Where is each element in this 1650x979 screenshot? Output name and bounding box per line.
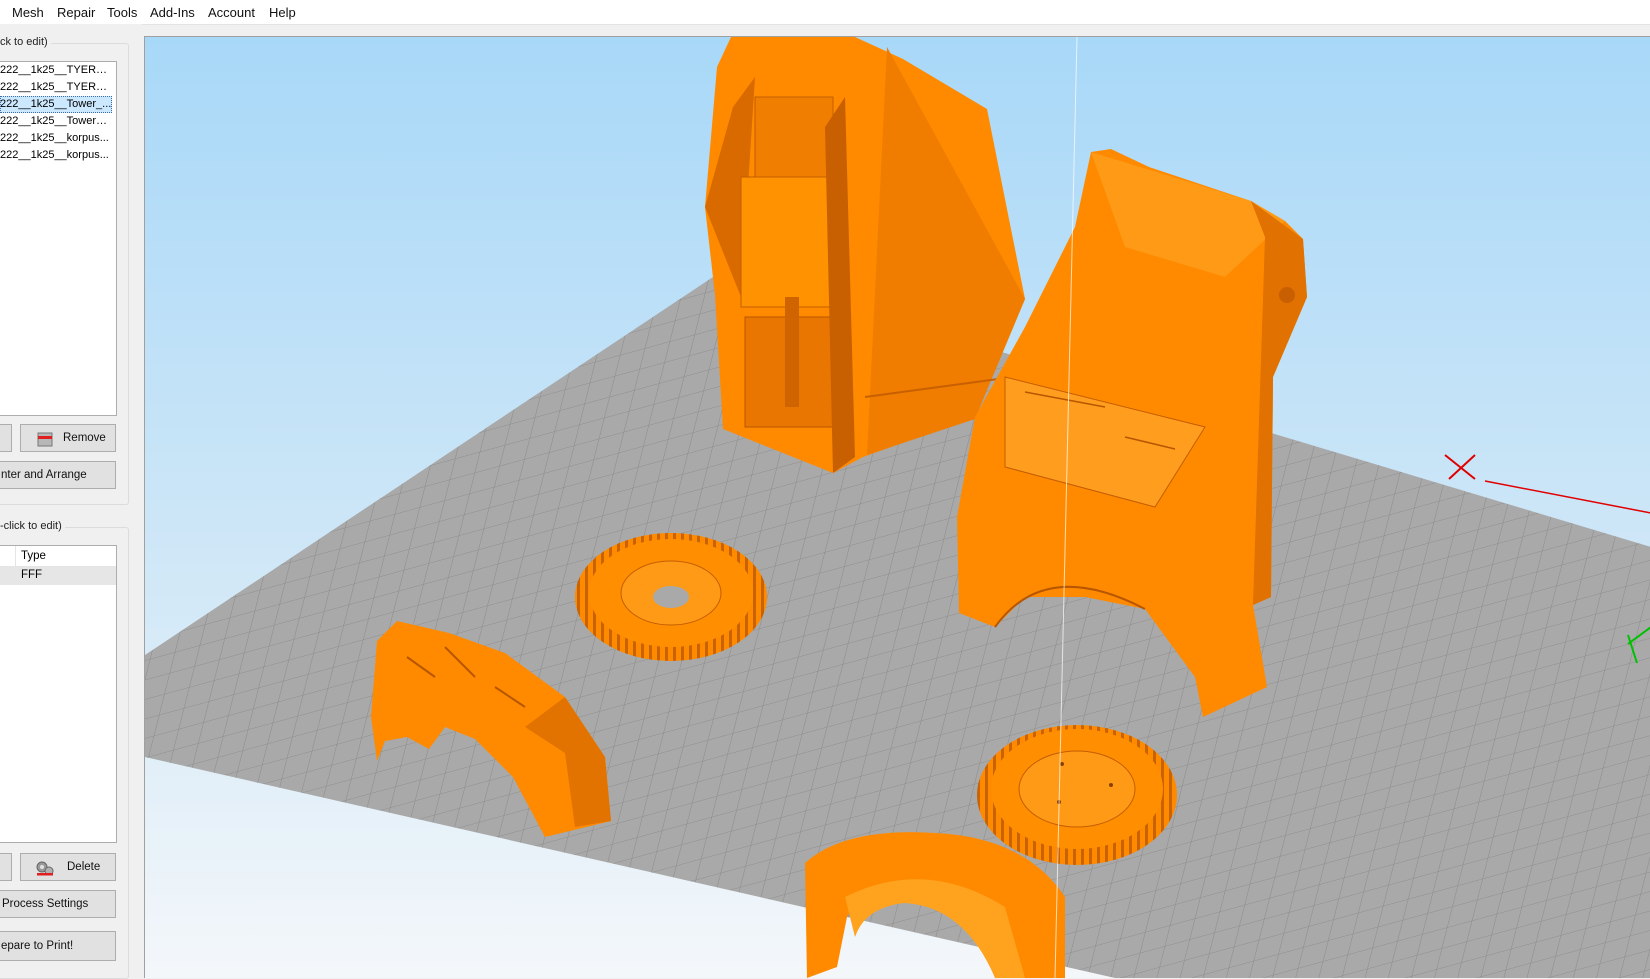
scene-canvas[interactable]: [145, 37, 1650, 978]
models-group-title: ck to edit): [0, 36, 51, 48]
menu-help[interactable]: Help: [269, 5, 296, 20]
menu-mesh[interactable]: Mesh: [12, 5, 44, 20]
model-wheel-1[interactable]: [575, 533, 767, 661]
prepare-to-print-label: epare to Print!: [1, 940, 74, 952]
menu-tools[interactable]: Tools: [107, 5, 137, 20]
menu-repair[interactable]: Repair: [57, 5, 95, 20]
add-model-button[interactable]: [0, 424, 12, 452]
list-item[interactable]: 222__1k25__korpus...: [0, 130, 112, 147]
table-header: Type: [0, 546, 116, 567]
processes-table[interactable]: Type FFF: [0, 545, 117, 843]
remove-icon: [37, 432, 53, 447]
list-item[interactable]: 222__1k25__TYERS_...: [0, 79, 112, 96]
center-and-arrange-button[interactable]: nter and Arrange: [0, 461, 116, 489]
left-panel: ck to edit) 222__1k25__TYERS_... 222__1k…: [0, 24, 142, 979]
list-item-selected[interactable]: 222__1k25__Tower_...: [0, 96, 112, 113]
type-column-header: Type: [21, 550, 46, 562]
edit-process-settings-button[interactable]: Process Settings: [0, 890, 116, 918]
menu-add-ins[interactable]: Add-Ins: [150, 5, 195, 20]
models-list[interactable]: 222__1k25__TYERS_... 222__1k25__TYERS_..…: [0, 61, 117, 416]
gears-icon: [36, 861, 54, 876]
delete-button[interactable]: Delete: [20, 853, 116, 881]
delete-label: Delete: [67, 861, 101, 873]
remove-label: Remove: [63, 432, 106, 444]
menu-account[interactable]: Account: [208, 5, 255, 20]
process-type-cell: FFF: [21, 569, 43, 581]
edit-process-settings-label: Process Settings: [2, 898, 89, 910]
list-item[interactable]: 222__1k25__korpus...: [0, 147, 112, 164]
center-and-arrange-label: nter and Arrange: [1, 469, 87, 481]
table-row[interactable]: FFF: [0, 567, 116, 585]
model-wheel-2[interactable]: [977, 725, 1177, 865]
prepare-to-print-button[interactable]: epare to Print!: [0, 931, 116, 961]
list-item[interactable]: 222__1k25__TYERS_...: [0, 62, 112, 79]
list-item[interactable]: 222__1k25__Tower__F: [0, 113, 112, 130]
processes-group-title: -click to edit): [0, 520, 65, 532]
3d-viewport[interactable]: [144, 36, 1650, 978]
remove-button[interactable]: Remove: [20, 424, 116, 452]
add-process-button[interactable]: [0, 853, 12, 881]
menu-bar: Mesh Repair Tools Add-Ins Account Help: [0, 0, 1650, 25]
